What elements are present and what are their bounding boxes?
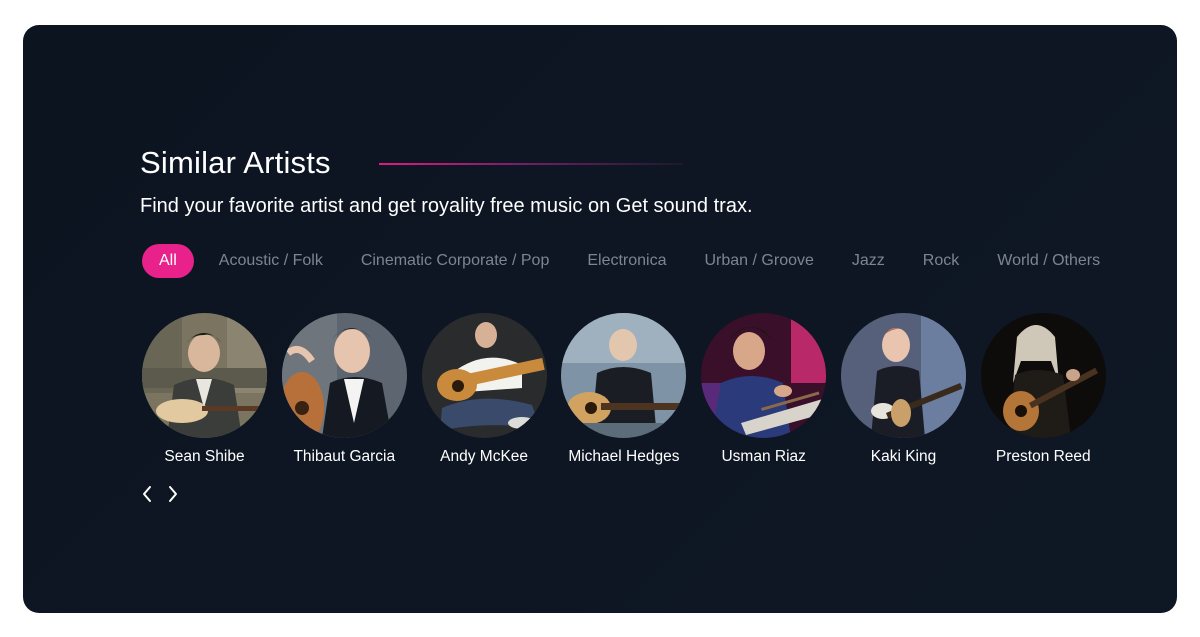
artist-card[interactable]: Michael Hedges bbox=[561, 313, 687, 466]
tab-rock[interactable]: Rock bbox=[904, 244, 978, 278]
prev-button[interactable] bbox=[137, 483, 157, 505]
artist-card[interactable]: Sean Shibe bbox=[142, 313, 267, 466]
artist-card[interactable]: Preston Reed bbox=[980, 313, 1106, 466]
tab-cinematic-corporate-pop[interactable]: Cinematic Corporate / Pop bbox=[342, 244, 569, 278]
tab-acoustic-folk[interactable]: Acoustic / Folk bbox=[200, 244, 342, 278]
chevron-right-icon bbox=[169, 486, 177, 502]
carousel-navigation bbox=[137, 483, 183, 505]
artist-name[interactable]: Usman Riaz bbox=[721, 448, 805, 466]
tab-all[interactable]: All bbox=[142, 244, 194, 278]
title-accent-line bbox=[378, 163, 683, 165]
artist-name[interactable]: Preston Reed bbox=[996, 448, 1091, 466]
artist-avatar[interactable] bbox=[561, 313, 687, 438]
heading-row: Similar Artists bbox=[140, 145, 683, 181]
tab-jazz[interactable]: Jazz bbox=[833, 244, 904, 278]
chevron-left-icon bbox=[143, 486, 151, 502]
artist-name[interactable]: Michael Hedges bbox=[568, 448, 679, 466]
artist-card[interactable]: Thibaut Garcia bbox=[281, 313, 407, 466]
artist-avatar[interactable] bbox=[281, 313, 407, 438]
artist-card[interactable]: Usman Riaz bbox=[701, 313, 827, 466]
artist-avatar[interactable] bbox=[142, 313, 267, 438]
genre-filter-tabs: All Acoustic / Folk Cinematic Corporate … bbox=[142, 244, 1119, 278]
tab-world-others[interactable]: World / Others bbox=[978, 244, 1119, 278]
section-subtitle: Find your favorite artist and get royali… bbox=[140, 195, 753, 217]
artist-name[interactable]: Thibaut Garcia bbox=[293, 448, 395, 466]
artist-avatar[interactable] bbox=[701, 313, 827, 438]
artist-card[interactable]: Andy McKee bbox=[421, 313, 547, 466]
similar-artists-card: Similar Artists Find your favorite artis… bbox=[23, 25, 1177, 613]
artist-name[interactable]: Kaki King bbox=[871, 448, 936, 466]
artist-avatar[interactable] bbox=[840, 313, 966, 438]
artist-card[interactable]: Kaki King bbox=[840, 313, 966, 466]
artist-avatar[interactable] bbox=[980, 313, 1106, 438]
tab-urban-groove[interactable]: Urban / Groove bbox=[686, 244, 833, 278]
section-title: Similar Artists bbox=[140, 145, 331, 180]
artist-carousel: Sean Shibe Thibaut Garcia Andy McKee Mic… bbox=[142, 313, 1121, 466]
next-button[interactable] bbox=[163, 483, 183, 505]
artist-name[interactable]: Sean Shibe bbox=[164, 448, 244, 466]
tab-electronica[interactable]: Electronica bbox=[568, 244, 685, 278]
artist-name[interactable]: Andy McKee bbox=[440, 448, 528, 466]
artist-avatar[interactable] bbox=[421, 313, 547, 438]
